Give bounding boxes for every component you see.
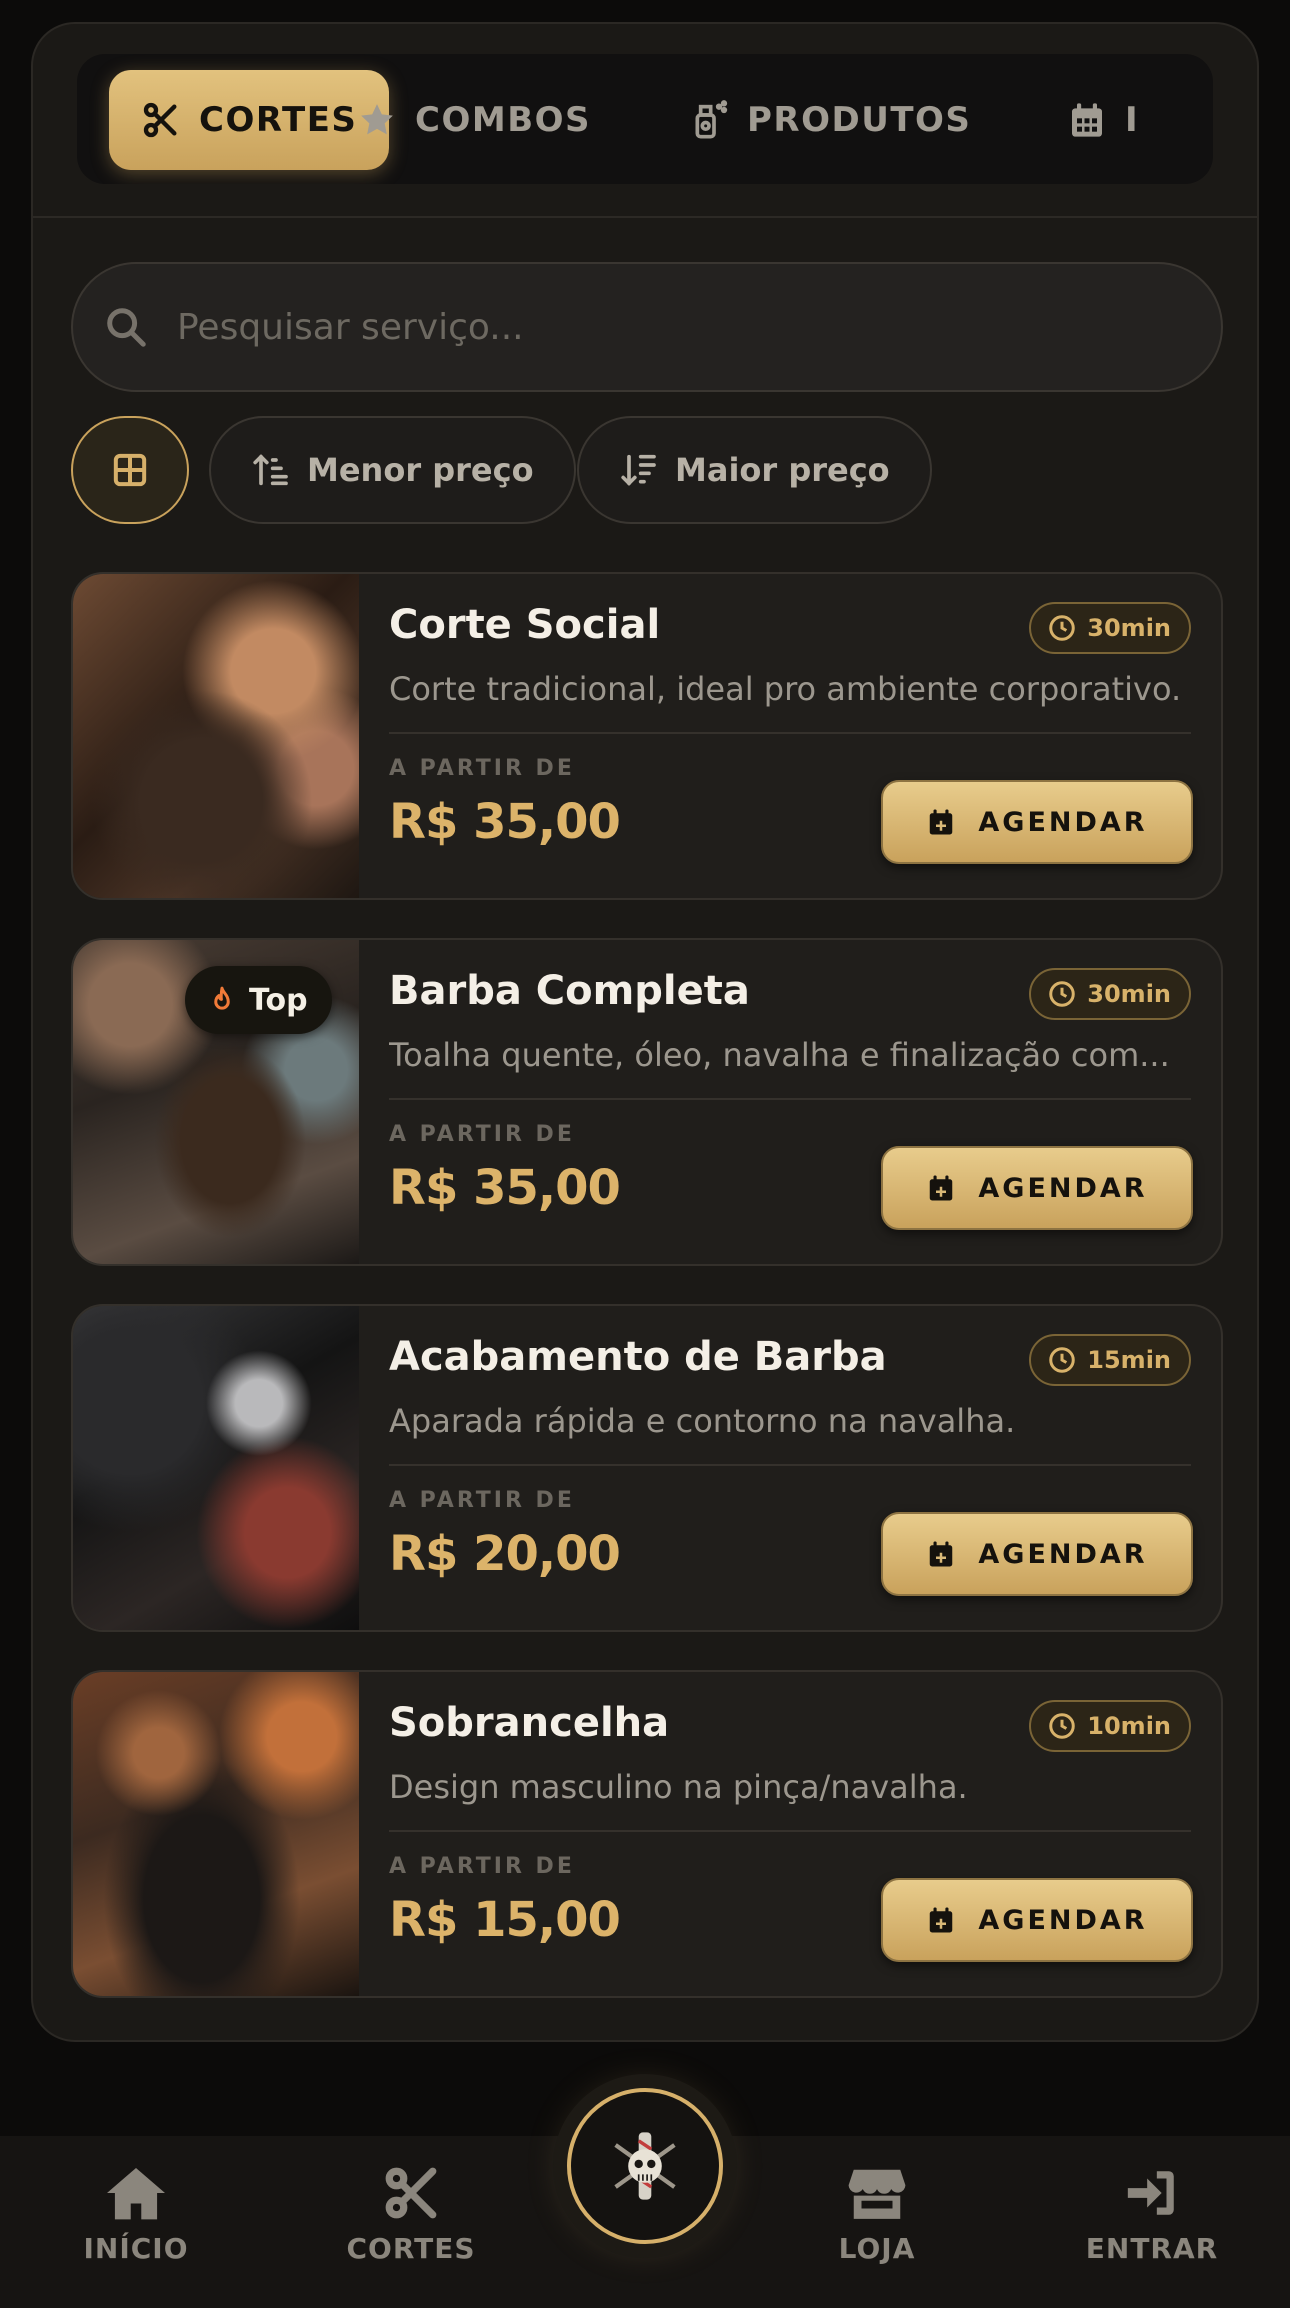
service-photo	[73, 1306, 359, 1630]
book-label: AGENDAR	[978, 1538, 1148, 1570]
book-button[interactable]: AGENDAR	[881, 1512, 1193, 1596]
duration-text: 30min	[1087, 980, 1171, 1008]
service-photo	[73, 1672, 359, 1996]
sort-price-desc-button[interactable]: Maior preço	[577, 416, 932, 524]
services-panel: CORTES COMBOS PRODUTOS I Pesquisar servi…	[31, 22, 1259, 2042]
divider	[389, 1830, 1191, 1832]
sort-desc-label: Maior preço	[675, 451, 890, 489]
nav-label: CORTES	[346, 2232, 476, 2265]
sort-descending-icon	[621, 454, 656, 486]
tab-agenda[interactable]: I	[1035, 70, 1171, 170]
tab-label: I	[1125, 100, 1140, 140]
nav-login[interactable]: ENTRAR	[1062, 2164, 1242, 2265]
category-tabs: CORTES COMBOS PRODUTOS I	[77, 54, 1213, 184]
duration-badge: 15min	[1029, 1334, 1191, 1386]
book-label: AGENDAR	[978, 1904, 1148, 1936]
nav-label: LOJA	[838, 2232, 916, 2265]
price-caption: A PARTIR DE	[389, 1122, 575, 1147]
service-title: Corte Social	[389, 602, 661, 648]
service-title: Barba Completa	[389, 968, 750, 1014]
book-button[interactable]: AGENDAR	[881, 1878, 1193, 1962]
calendar-plus-icon	[930, 1907, 953, 1933]
clock-icon	[1049, 1347, 1076, 1373]
search-icon	[107, 308, 146, 347]
service-card[interactable]: Acabamento de Barba 15min Aparada rápida…	[71, 1304, 1223, 1632]
service-price: R$ 15,00	[389, 1892, 621, 1948]
calendar-plus-icon	[930, 809, 953, 835]
divider	[389, 1464, 1191, 1466]
service-price: R$ 35,00	[389, 1160, 621, 1216]
badge-text: Top	[249, 982, 308, 1018]
scissors-icon	[143, 102, 177, 138]
search-bar[interactable]	[71, 262, 1223, 392]
nav-store[interactable]: LOJA	[787, 2164, 967, 2265]
service-title: Sobrancelha	[389, 1700, 670, 1746]
home-icon	[107, 2167, 165, 2220]
duration-text: 15min	[1087, 1346, 1171, 1374]
sort-ascending-icon	[253, 454, 288, 486]
tab-label: COMBOS	[415, 100, 591, 140]
duration-badge: 10min	[1029, 1700, 1191, 1752]
scissors-icon	[385, 2167, 437, 2219]
divider	[389, 1098, 1191, 1100]
grid-icon	[113, 453, 147, 487]
price-caption: A PARTIR DE	[389, 756, 575, 781]
service-card[interactable]: Top Barba Completa 30min Toalha quente, …	[71, 938, 1223, 1266]
clock-icon	[1049, 615, 1076, 641]
duration-badge: 30min	[1029, 602, 1191, 654]
service-description: Aparada rápida e contorno na navalha.	[389, 1402, 1016, 1440]
book-label: AGENDAR	[978, 1172, 1148, 1204]
service-photo	[73, 574, 359, 898]
login-icon	[1127, 2171, 1174, 2215]
flame-icon	[214, 986, 230, 1010]
divider	[33, 216, 1257, 218]
duration-badge: 30min	[1029, 968, 1191, 1020]
clock-icon	[1049, 1713, 1076, 1739]
nav-label: INÍCIO	[83, 2232, 189, 2265]
service-price: R$ 35,00	[389, 794, 621, 850]
price-caption: A PARTIR DE	[389, 1854, 575, 1879]
service-price: R$ 20,00	[389, 1526, 621, 1582]
sort-asc-label: Menor preço	[307, 451, 534, 489]
star-icon	[361, 104, 393, 135]
duration-text: 10min	[1087, 1712, 1171, 1740]
sort-price-asc-button[interactable]: Menor preço	[209, 416, 576, 524]
book-button[interactable]: AGENDAR	[881, 780, 1193, 864]
nav-label: ENTRAR	[1085, 2232, 1219, 2265]
grid-view-button[interactable]	[71, 416, 189, 524]
top-badge: Top	[185, 966, 332, 1034]
service-card[interactable]: Corte Social 30min Corte tradicional, id…	[71, 572, 1223, 900]
service-card[interactable]: Sobrancelha 10min Design masculino na pi…	[71, 1670, 1223, 1998]
service-description: Toalha quente, óleo, navalha e finalizaç…	[389, 1036, 1170, 1074]
barber-skull-logo-icon	[614, 2132, 676, 2200]
search-input[interactable]	[177, 306, 1077, 348]
tab-label: PRODUTOS	[747, 100, 972, 140]
calendar-plus-icon	[930, 1541, 953, 1567]
duration-text: 30min	[1087, 614, 1171, 642]
filter-bar: Menor preço Maior preço	[71, 416, 1223, 524]
divider	[389, 732, 1191, 734]
clock-icon	[1049, 981, 1076, 1007]
calendar-plus-icon	[930, 1175, 953, 1201]
calendar-icon	[1072, 103, 1102, 137]
nav-home[interactable]: INÍCIO	[46, 2164, 226, 2265]
service-description: Corte tradicional, ideal pro ambiente co…	[389, 670, 1182, 708]
store-icon	[848, 2169, 906, 2219]
tab-produtos[interactable]: PRODUTOS	[657, 70, 1003, 170]
center-logo-button[interactable]	[567, 2088, 723, 2244]
book-button[interactable]: AGENDAR	[881, 1146, 1193, 1230]
nav-cuts[interactable]: CORTES	[321, 2164, 501, 2265]
service-description: Design masculino na pinça/navalha.	[389, 1768, 968, 1806]
spray-bottle-icon	[695, 100, 728, 139]
tab-combos[interactable]: COMBOS	[325, 70, 623, 170]
service-title: Acabamento de Barba	[389, 1334, 887, 1380]
price-caption: A PARTIR DE	[389, 1488, 575, 1513]
book-label: AGENDAR	[978, 806, 1148, 838]
